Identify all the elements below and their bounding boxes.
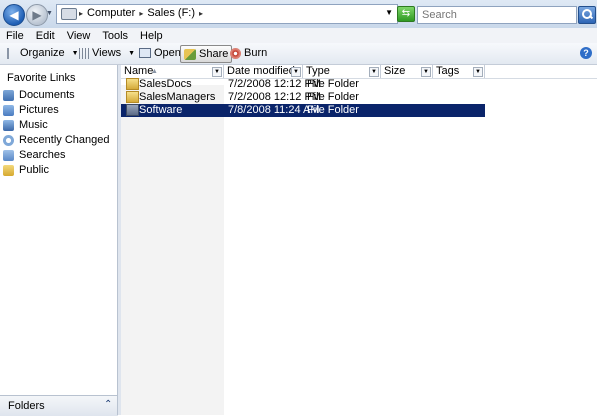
breadcrumb: ▸ Computer ▸ Sales (F:) ▸ [79,7,203,19]
share-button[interactable]: Share [180,45,233,63]
table-row-selected[interactable]: Software 7/8/2008 11:24 AM File Folder [121,104,485,117]
table-row[interactable]: SalesManagers 7/2/2008 12:12 PM File Fol… [121,91,485,104]
open-button[interactable]: Open [136,45,184,61]
nav-item-label: Documents [19,89,75,101]
share-label: Share [199,48,229,60]
nav-item-label: Searches [19,149,66,161]
drive-icon [61,8,77,20]
nav-item-pictures[interactable]: Pictures [3,103,59,117]
file-date: 7/8/2008 11:24 AM [228,104,320,116]
help-icon[interactable]: ? [580,47,592,59]
music-icon [3,119,14,131]
column-header-date-modified[interactable]: Date modified ▼ [224,65,303,78]
nav-item-label: Recently Changed [19,134,110,146]
arrow-right-icon: ▶ [32,8,42,22]
back-button[interactable]: ◀ [3,4,25,26]
search-input[interactable] [418,7,576,23]
folders-toggle[interactable]: Folders ⌃ [0,395,118,416]
search-button[interactable] [578,6,596,24]
column-type-label: Type [306,65,330,77]
views-icon [79,47,89,59]
menu-help[interactable]: Help [134,30,169,42]
chevron-up-icon: ⌃ [104,399,113,410]
chevron-right-icon[interactable]: ▸ [199,9,203,18]
column-name-label: Name [124,65,154,77]
navigation-pane: Favorite Links Documents Pictures Music … [0,65,118,415]
column-header-row: Name ▲ ▼ Date modified ▼ Type ▼ Size ▼ T… [121,65,597,79]
column-date-label: Date modified [227,65,295,77]
table-row[interactable]: SalesDocs 7/2/2008 12:12 PM File Folder [121,78,485,91]
folder-icon [126,78,139,90]
chevron-down-icon[interactable]: ▼ [473,67,483,77]
forward-button[interactable]: ▶ [26,4,48,26]
file-name: SalesDocs [139,78,192,90]
burn-button[interactable]: Burn [227,45,270,61]
nav-item-label: Public [19,164,49,176]
breadcrumb-computer[interactable]: Computer [87,7,135,19]
nav-item-recently-changed[interactable]: Recently Changed [3,133,110,147]
file-name: SalesManagers [139,91,216,103]
views-label: Views [92,47,122,59]
address-bar[interactable]: ▸ Computer ▸ Sales (F:) ▸ ▼ [56,4,398,24]
folder-icon [126,104,139,116]
name-column-shading [121,85,224,415]
nav-item-documents[interactable]: Documents [3,88,75,102]
chevron-right-icon[interactable]: ▸ [139,9,143,18]
chevron-down-icon[interactable]: ▼ [369,67,379,77]
file-list: Name ▲ ▼ Date modified ▼ Type ▼ Size ▼ T… [121,65,597,415]
nav-item-label: Music [19,119,48,131]
nav-item-searches[interactable]: Searches [3,148,65,162]
share-icon [184,48,196,60]
nav-item-label: Pictures [19,104,59,116]
menu-bar: File Edit View Tools Help [0,28,597,43]
chevron-down-icon: ▼ [128,49,136,57]
file-type: File Folder [307,104,359,116]
organize-button[interactable]: Organize ▼ [4,45,82,61]
views-button[interactable]: Views ▼ [76,45,138,61]
column-header-name[interactable]: Name ▲ ▼ [121,65,224,78]
file-name: Software [139,104,183,116]
burn-label: Burn [244,47,268,59]
breadcrumb-sales-drive[interactable]: Sales (F:) [147,7,195,19]
address-dropdown-icon[interactable]: ▼ [385,8,393,17]
menu-file[interactable]: File [0,30,30,42]
folder-icon [126,91,139,103]
chevron-down-icon[interactable]: ▼ [421,67,431,77]
recent-pages-dropdown[interactable]: ▼ [46,10,53,17]
file-type: File Folder [307,78,359,90]
pictures-icon [3,104,14,116]
search-box[interactable] [417,6,577,24]
refresh-icon: ⇆ [401,8,411,19]
title-bar: ◀ ▶ ▼ ▸ Computer ▸ Sales (F:) ▸ ▼ ⇆ [0,0,597,28]
arrow-left-icon: ◀ [9,8,19,22]
chevron-down-icon[interactable]: ▼ [212,67,222,77]
organize-label: Organize [20,47,65,59]
column-size-label: Size [384,65,406,77]
column-header-size[interactable]: Size ▼ [381,65,433,78]
documents-icon [3,89,14,101]
open-icon [139,48,151,58]
searches-icon [3,149,14,161]
sort-ascending-icon: ▲ [151,68,158,75]
file-type: File Folder [307,91,359,103]
column-tags-label: Tags [436,65,460,77]
menu-tools[interactable]: Tools [96,30,134,42]
chevron-down-icon[interactable]: ▼ [291,67,301,77]
favorite-links-header: Favorite Links [7,72,76,84]
nav-item-music[interactable]: Music [3,118,48,132]
refresh-button[interactable]: ⇆ [397,6,415,22]
folders-label: Folders [8,400,45,412]
column-header-type[interactable]: Type ▼ [303,65,381,78]
burn-disc-icon [230,47,241,59]
column-header-tags[interactable]: Tags ▼ [433,65,485,78]
menu-edit[interactable]: Edit [30,30,61,42]
public-folder-icon [3,164,14,176]
organize-icon [7,47,17,59]
open-label: Open [154,47,181,59]
chevron-right-icon[interactable]: ▸ [79,9,83,18]
menu-view[interactable]: View [61,30,97,42]
recently-changed-icon [3,134,14,146]
nav-item-public[interactable]: Public [3,163,49,177]
command-toolbar: Organize ▼ Views ▼ Open Share Burn [0,43,597,65]
